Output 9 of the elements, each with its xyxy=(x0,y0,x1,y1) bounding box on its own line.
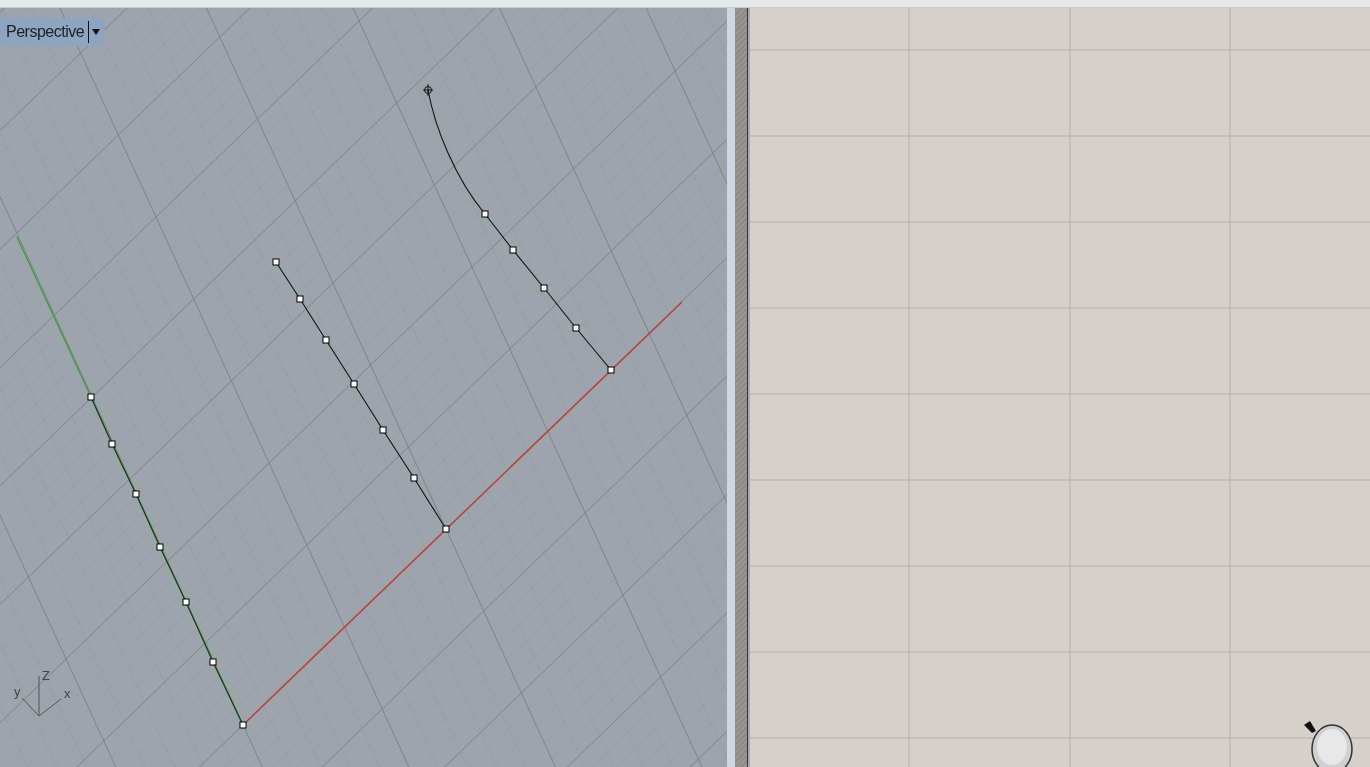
perspective-viewport[interactable]: Perspective y Z x xyxy=(0,8,727,767)
curve[interactable] xyxy=(422,83,615,374)
curve[interactable] xyxy=(87,393,247,729)
axis-triad-drawing: y Z x xyxy=(14,664,78,722)
splitter-bar[interactable] xyxy=(727,8,750,767)
caret-icon[interactable] xyxy=(88,21,102,43)
viewport-title-tab[interactable]: Perspective xyxy=(0,18,106,46)
curve[interactable] xyxy=(272,258,450,533)
viewport-title[interactable]: Perspective xyxy=(6,23,85,41)
